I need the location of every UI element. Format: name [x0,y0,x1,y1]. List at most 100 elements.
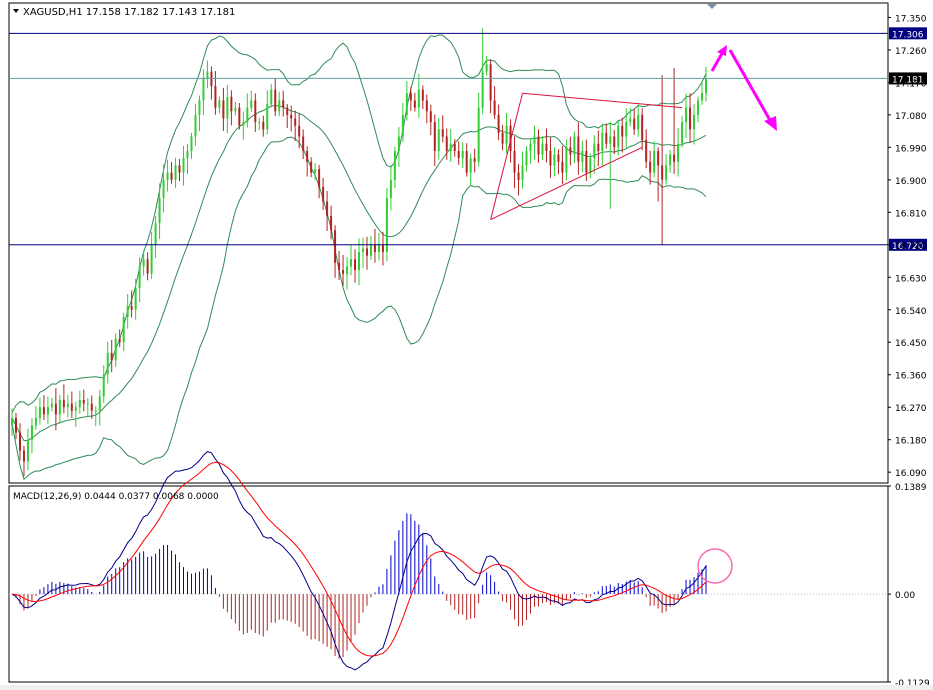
candle-body [230,96,233,112]
candle-body [641,114,644,141]
candle-body [66,403,69,408]
candle-body [246,107,249,123]
candle-body [633,118,636,130]
candle-body [449,143,452,151]
candle-body [38,407,41,419]
macd-axis: 0.1389 0.00 -0.1129 [888,483,930,689]
candle-body [665,165,668,180]
price-tick-label: 16.900 [895,177,927,187]
candle-body [146,259,149,274]
candle-body [681,122,684,144]
candle-body [637,114,640,130]
candle-body [202,78,205,101]
candle-body [170,172,173,180]
candle-body [381,244,384,253]
candle-body [545,143,548,151]
candle-body [437,129,440,151]
price-tick-label: 17.260 [895,47,927,57]
candle-body [401,114,404,137]
candle-body [42,407,45,415]
candle-body [134,288,137,310]
candle-body [82,399,85,404]
candle-body [22,450,25,462]
candle-body [166,172,169,180]
price-tick-label: 16.360 [895,372,927,382]
candle-body [242,122,245,126]
candle-body [334,230,337,263]
candle-body [154,223,157,245]
candle-body [365,248,368,256]
candle-body [74,407,77,411]
candle-body [565,147,568,173]
candle-body [350,259,353,267]
candle-body [222,100,225,119]
candle-body [497,114,500,133]
chart-canvas: 17.30617.18116.720 17.35017.26017.17017.… [8,2,930,689]
macd-tick-label: 0.00 [895,591,915,601]
candle-body [90,403,93,411]
candle-body [14,418,17,433]
candle-body [465,150,468,173]
candle-body [198,100,201,115]
candle-body [469,158,472,173]
candle-body [302,136,305,151]
candle-body [433,122,436,151]
candle-body [46,407,49,415]
candle-body [94,410,97,412]
candle-body [605,132,608,144]
candle-body [150,244,153,274]
candle-body [373,244,376,253]
candle-body [549,150,552,166]
candle-body [310,161,313,173]
candle-body [489,64,492,101]
candle-body [585,150,588,173]
candle-body [86,403,89,405]
candle-body [593,143,596,159]
candle-body [485,64,488,72]
candle-body [234,107,237,112]
price-tick-label: 16.090 [895,469,927,479]
candle-body [481,71,484,108]
candle-body [282,100,285,108]
candle-body [441,129,444,137]
candle-body [122,316,125,343]
candle-body [677,143,680,162]
candle-body [413,100,416,108]
candle-body [58,399,61,415]
price-tick-label: 16.180 [895,437,927,447]
candle-body [186,150,189,159]
candle-body [338,262,341,271]
candle-body [529,143,532,151]
macd-tick-label: -0.1129 [895,679,930,685]
price-tick-label: 16.720 [895,242,927,252]
candle-body [573,136,576,155]
candle-body [453,143,456,151]
candle-body [138,266,141,289]
candle-body [250,100,253,108]
level-price-tag-label: 17.306 [892,30,924,40]
candle-body [130,306,133,310]
candle-body [653,150,656,173]
price-panel-frame [8,2,889,484]
candle-body [541,143,544,155]
candle-body [581,150,584,162]
candle-body [54,403,57,415]
candle-body [625,122,628,137]
macd-tick-label: 0.1389 [895,483,927,493]
candle-body [266,104,269,130]
chart-window: 17.306 17.181 16.720 17.350 17.260 17.170 17.… [0,0,933,689]
price-tick-label: 17.350 [895,14,927,24]
candle-body [78,399,81,408]
candle-body [461,150,464,159]
price-tick-label: 16.450 [895,339,927,349]
candle-body [194,114,197,137]
candle-body [258,122,261,124]
candle-body [657,150,660,166]
candle-body [513,150,516,173]
candle-body [521,165,524,180]
candle-body [314,169,317,173]
candle-body [689,107,692,130]
candle-body [294,118,297,126]
symbol-header: XAGUSD,H1 17.158 17.182 17.143 17.181 [23,7,235,18]
candle-body [178,165,181,173]
